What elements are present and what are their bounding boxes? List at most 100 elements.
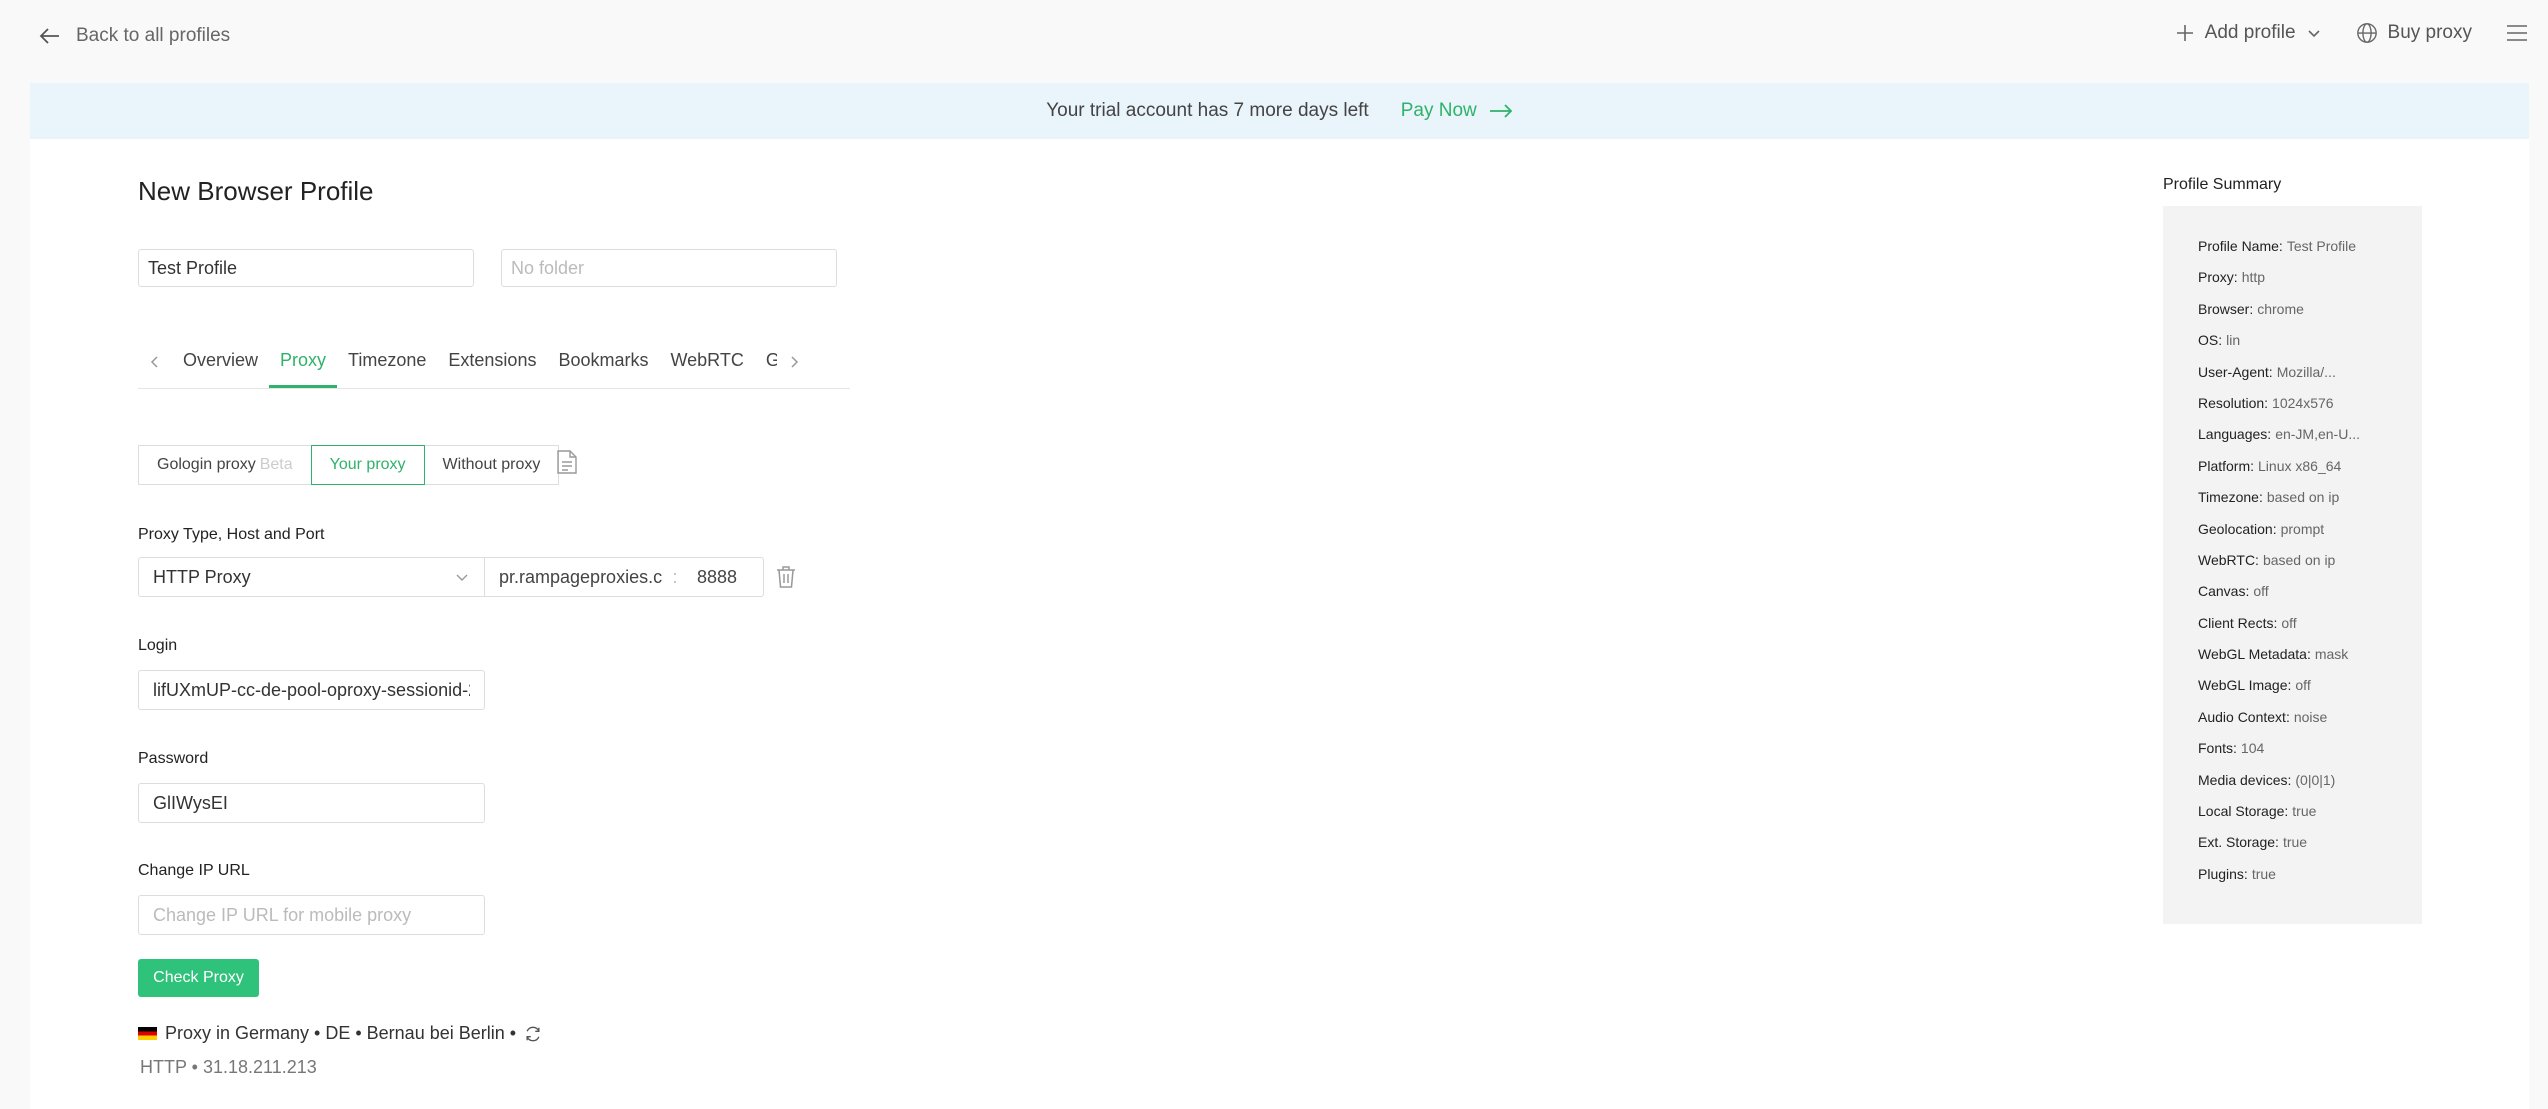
- proxy-type-value: HTTP Proxy: [153, 566, 251, 587]
- summary-value: Mozilla/...: [2276, 363, 2336, 380]
- summary-key: Profile Name:: [2198, 238, 2283, 254]
- beta-badge: Beta: [259, 456, 293, 473]
- summary-row: WebGL Image: off: [2198, 677, 2422, 708]
- chevron-right-icon: [791, 356, 798, 368]
- summary-value: Test Profile: [2286, 238, 2357, 254]
- summary-row: Audio Context: noise: [2198, 709, 2422, 740]
- summary-value: http: [2241, 269, 2266, 286]
- proxy-location-text: Proxy in Germany • DE • Bernau bei Berli…: [165, 1023, 517, 1043]
- summary-row: Client Rects: off: [2198, 615, 2422, 646]
- summary-row: WebRTC: based on ip: [2198, 552, 2422, 583]
- summary-key: Audio Context:: [2198, 708, 2290, 725]
- summary-row: Ext. Storage: true: [2198, 834, 2422, 865]
- password-input[interactable]: [138, 783, 485, 823]
- summary-key: Client Rects:: [2198, 614, 2278, 631]
- summary-value: off: [2253, 583, 2269, 600]
- tab-proxy[interactable]: Proxy: [269, 346, 338, 388]
- menu-icon[interactable]: [2506, 23, 2528, 43]
- summary-key: User-Agent:: [2198, 363, 2273, 380]
- tabs-scroll-left[interactable]: [138, 346, 172, 378]
- summary-key: Platform:: [2198, 457, 2255, 474]
- proxy-type-select[interactable]: HTTP Proxy: [138, 557, 485, 597]
- summary-key: Proxy:: [2198, 269, 2238, 286]
- summary-row: Profile Name: Test Profile: [2198, 238, 2422, 269]
- buy-proxy-label: Buy proxy: [2387, 22, 2472, 43]
- summary-value: 104: [2240, 740, 2265, 757]
- tab-bookmarks[interactable]: Bookmarks: [547, 346, 659, 382]
- pay-now-label: Pay Now: [1400, 100, 1477, 121]
- folder-input[interactable]: [501, 249, 837, 287]
- summary-row: Canvas: off: [2198, 583, 2422, 614]
- summary-value: Linux x86_64: [2258, 457, 2342, 474]
- germany-flag-icon: [138, 1027, 157, 1040]
- plus-icon: [2176, 25, 2193, 41]
- without-proxy-button[interactable]: Without proxy: [423, 445, 560, 485]
- profile-summary-title: Profile Summary: [2163, 176, 2282, 193]
- summary-key: Browser:: [2198, 300, 2254, 317]
- paste-proxy-icon[interactable]: [556, 449, 578, 475]
- summary-value: noise: [2293, 708, 2328, 725]
- add-profile-label: Add profile: [2204, 22, 2296, 43]
- summary-value: based on ip: [2262, 551, 2336, 568]
- summary-key: OS:: [2198, 332, 2223, 349]
- proxy-type-label: Proxy Type, Host and Port: [138, 526, 325, 543]
- summary-row: User-Agent: Mozilla/...: [2198, 364, 2422, 395]
- check-proxy-button[interactable]: Check Proxy: [138, 959, 259, 997]
- summary-row: OS: lin: [2198, 332, 2422, 363]
- pay-now-link[interactable]: Pay Now: [1401, 100, 1513, 122]
- summary-value: (0|0|1): [2295, 771, 2336, 788]
- tab-extensions[interactable]: Extensions: [437, 346, 547, 382]
- trial-message: Your trial account has 7 more days left: [1046, 100, 1369, 121]
- chevron-down-icon: [456, 574, 468, 581]
- tab-geolocation[interactable]: G: [755, 346, 777, 382]
- host-port-field: pr.rampageproxies.c : 8888: [484, 557, 764, 597]
- back-to-profiles-link[interactable]: Back to all profiles: [38, 24, 230, 48]
- summary-value: 1024x576: [2272, 394, 2334, 411]
- gologin-proxy-button[interactable]: Gologin proxy Beta: [138, 445, 312, 485]
- add-profile-button[interactable]: Add profile: [2175, 22, 2322, 44]
- tab-overview[interactable]: Overview: [172, 346, 269, 382]
- arrow-left-icon: [39, 28, 59, 44]
- summary-row: WebGL Metadata: mask: [2198, 646, 2422, 677]
- profile-form-card: New Browser Profile Overview Proxy Timez…: [30, 139, 2529, 1109]
- proxy-host-input[interactable]: pr.rampageproxies.c: [485, 567, 665, 588]
- summary-value: true: [2251, 865, 2276, 882]
- summary-row: Geolocation: prompt: [2198, 521, 2422, 552]
- gologin-proxy-label: Gologin proxy: [157, 456, 256, 473]
- summary-row: Media devices: (0|0|1): [2198, 772, 2422, 803]
- change-ip-url-input[interactable]: [138, 895, 485, 935]
- summary-row: Plugins: true: [2198, 866, 2422, 897]
- proxy-ip-text: HTTP • 31.18.211.213: [140, 1057, 317, 1077]
- buy-proxy-button[interactable]: Buy proxy: [2356, 22, 2472, 44]
- summary-value: lin: [2226, 332, 2241, 349]
- summary-row: Platform: Linux x86_64: [2198, 458, 2422, 489]
- proxy-port-input[interactable]: 8888: [685, 567, 737, 588]
- arrow-right-icon: [1489, 104, 1513, 118]
- summary-key: Plugins:: [2198, 865, 2248, 882]
- trial-banner: Your trial account has 7 more days left …: [30, 83, 2529, 139]
- trash-icon[interactable]: [776, 565, 796, 589]
- login-input[interactable]: [138, 670, 485, 710]
- your-proxy-button[interactable]: Your proxy: [310, 445, 425, 485]
- refresh-icon[interactable]: [524, 1025, 542, 1043]
- profile-name-input[interactable]: [138, 249, 474, 287]
- profile-summary-panel: Profile Name: Test Profile Proxy: http Bro…: [2163, 206, 2422, 924]
- summary-value: true: [2282, 834, 2308, 851]
- summary-key: Local Storage:: [2198, 803, 2289, 820]
- summary-row: Resolution: 1024x576: [2198, 395, 2422, 426]
- summary-key: Timezone:: [2198, 489, 2263, 506]
- summary-row: Local Storage: true: [2198, 803, 2422, 834]
- summary-row: Languages: en-JM,en-U...: [2198, 426, 2422, 457]
- tabs-scroll-right[interactable]: [777, 346, 811, 378]
- proxy-mode-toggle: Gologin proxy Beta Your proxy Without pr…: [138, 445, 560, 485]
- summary-value: based on ip: [2266, 489, 2340, 506]
- login-label: Login: [138, 637, 178, 654]
- change-ip-label: Change IP URL: [138, 862, 250, 879]
- summary-key: Languages:: [2198, 426, 2272, 443]
- summary-value: chrome: [2257, 300, 2304, 317]
- top-bar: Back to all profiles Add profile Buy pro…: [0, 0, 2548, 80]
- tab-webrtc[interactable]: WebRTC: [660, 346, 755, 382]
- tab-timezone[interactable]: Timezone: [337, 346, 437, 382]
- summary-key: Ext. Storage:: [2198, 834, 2279, 851]
- summary-key: WebGL Metadata:: [2198, 646, 2311, 663]
